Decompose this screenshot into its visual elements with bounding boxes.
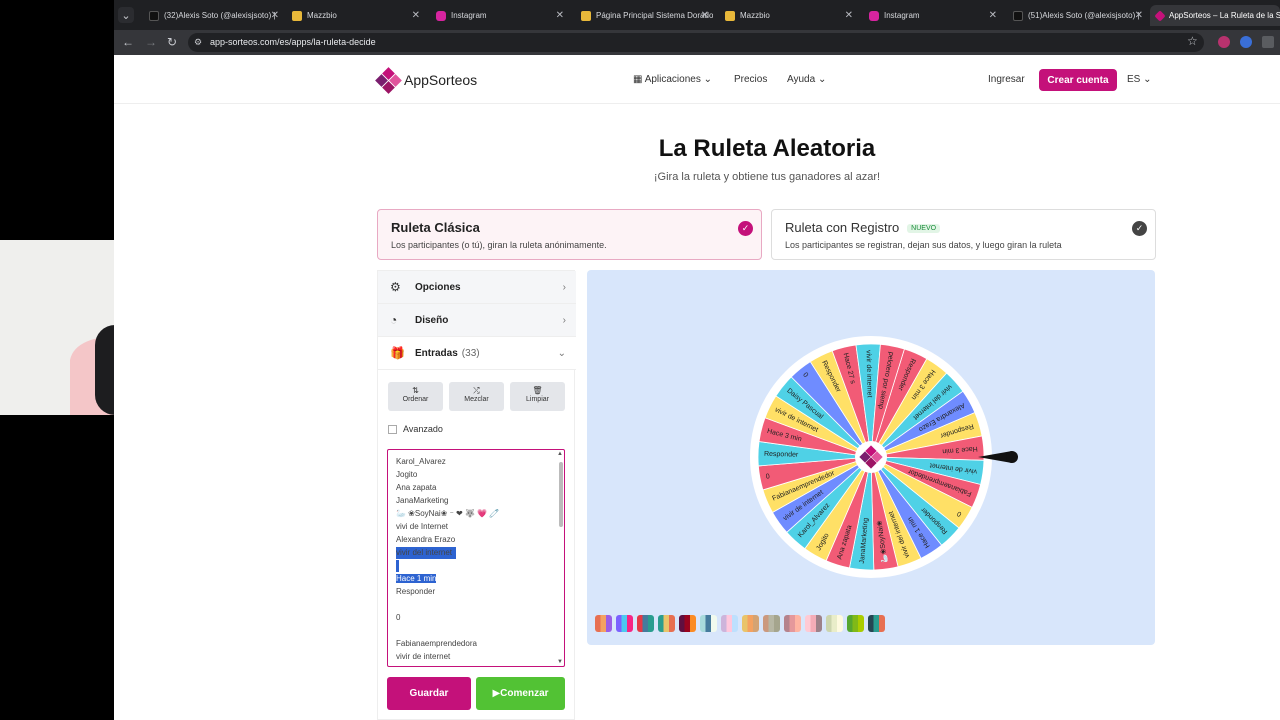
palette-icon: ◔ bbox=[390, 313, 398, 327]
palette-swatch[interactable] bbox=[826, 615, 843, 632]
nav-prices[interactable]: Precios bbox=[734, 74, 767, 85]
sistema-icon bbox=[581, 10, 591, 21]
palette-swatch[interactable] bbox=[595, 615, 612, 632]
close-icon[interactable]: ✕ bbox=[556, 10, 564, 21]
language-selector[interactable]: ES ⌄ bbox=[1127, 74, 1152, 85]
site-info-icon[interactable]: ⚙ bbox=[194, 37, 204, 47]
scroll-up-icon[interactable]: ▲ bbox=[557, 451, 563, 457]
palette-swatch[interactable] bbox=[847, 615, 864, 632]
palette-swatch[interactable] bbox=[721, 615, 738, 632]
chevron-down-icon: ⌄ bbox=[557, 347, 566, 359]
palette-swatch[interactable] bbox=[763, 615, 780, 632]
palette-swatch[interactable] bbox=[679, 615, 696, 632]
extensions-puzzle-icon[interactable] bbox=[1262, 36, 1274, 48]
wheel-panel: Responder Hace 3 min vivir del internet Ale… bbox=[587, 270, 1155, 645]
appsorteos-icon bbox=[1154, 9, 1166, 22]
sort-button[interactable]: ⇅ Ordenar bbox=[388, 382, 443, 411]
page-title: La Ruleta Aleatoria bbox=[658, 135, 876, 162]
appsorteos-logo-icon bbox=[375, 67, 402, 94]
nav-apps[interactable]: ▦ Aplicaciones ⌄ bbox=[633, 74, 712, 85]
appsorteos-logo[interactable]: AppSorteos bbox=[375, 67, 477, 94]
options-accordion[interactable]: ⚙ Opciones › bbox=[378, 271, 576, 304]
browser-tab[interactable]: (32)Alexis Soto (@alexisjsoto) | ✕ bbox=[143, 5, 283, 26]
tiktok-icon bbox=[1013, 10, 1023, 21]
close-icon[interactable]: ✕ bbox=[701, 10, 709, 21]
wheel-label: Responder bbox=[764, 451, 799, 459]
chevron-down-icon: ⌄ bbox=[1140, 74, 1152, 85]
checkbox[interactable] bbox=[388, 424, 397, 434]
browser-tab[interactable]: Mazzbio ✕ bbox=[719, 5, 857, 26]
save-button[interactable]: Guardar bbox=[387, 677, 471, 710]
gift-icon: 🎁 bbox=[390, 346, 405, 360]
palette-swatch[interactable] bbox=[658, 615, 675, 632]
wheel-label: vivir de internet bbox=[864, 350, 872, 398]
browser-tab[interactable]: Mazzbio ✕ bbox=[286, 5, 424, 26]
chevron-right-icon: › bbox=[562, 281, 566, 293]
roulette-wheel[interactable]: ResponderHace 3 minvivir del internetAle… bbox=[587, 270, 1155, 610]
close-icon[interactable]: ✕ bbox=[271, 10, 279, 21]
palette-swatch[interactable] bbox=[700, 615, 717, 632]
chevron-down-icon: ⌄ bbox=[700, 74, 713, 85]
bookmark-star-icon[interactable]: ☆ bbox=[1187, 34, 1198, 48]
check-icon: ✓ bbox=[1132, 221, 1147, 236]
page-subtitle: ¡Gira la ruleta y obtiene tus ganadores … bbox=[653, 171, 881, 183]
close-icon[interactable]: ✕ bbox=[412, 10, 420, 21]
page-content: AppSorteos ▦ Aplicaciones ⌄ Precios Ayud… bbox=[114, 55, 1280, 720]
entries-textarea[interactable]: Karol_Alvarez Jogito Ana zapata JanaMark… bbox=[387, 449, 565, 667]
mode-classic-card[interactable]: Ruleta Clásica Los participantes (o tú),… bbox=[377, 209, 762, 260]
palette-swatch[interactable] bbox=[616, 615, 633, 632]
palette-selector bbox=[595, 615, 885, 632]
grid-icon: ▦ bbox=[633, 74, 645, 85]
palette-swatch[interactable] bbox=[784, 615, 801, 632]
trash-icon: 🗑 bbox=[532, 386, 543, 395]
shuffle-icon: ⤮ bbox=[473, 386, 480, 395]
login-link[interactable]: Ingresar bbox=[988, 74, 1025, 85]
scroll-down-icon[interactable]: ▼ bbox=[557, 659, 563, 665]
browser-tab[interactable]: Página Principal Sistema Dorado ✕ bbox=[575, 5, 713, 26]
url-text[interactable]: app-sorteos.com/es/apps/la-ruleta-decide bbox=[210, 37, 376, 47]
design-accordion[interactable]: ◔ Diseño › bbox=[378, 304, 576, 337]
browser-tab[interactable]: (51)Alexis Soto (@alexisjsoto) | ✕ bbox=[1007, 5, 1147, 26]
sort-icon: ⇅ bbox=[412, 386, 419, 395]
entries-accordion[interactable]: 🎁 Entradas (33) ⌄ bbox=[378, 337, 576, 370]
start-button[interactable]: ▶ Comenzar bbox=[476, 677, 565, 710]
back-arrow-icon[interactable]: ← bbox=[122, 35, 134, 49]
palette-swatch[interactable] bbox=[805, 615, 822, 632]
reload-icon[interactable]: ↻ bbox=[167, 35, 177, 49]
gear-icon: ⚙ bbox=[390, 280, 401, 294]
mode-registration-card[interactable]: Ruleta con Registro NUEVO Los participant… bbox=[771, 209, 1156, 260]
advanced-checkbox[interactable]: Avanzado bbox=[388, 424, 443, 434]
create-account-button[interactable]: Crear cuenta bbox=[1039, 69, 1117, 91]
instagram-icon bbox=[869, 10, 879, 21]
new-badge: NUEVO bbox=[907, 224, 941, 234]
browser-tab[interactable]: Instagram ✕ bbox=[863, 5, 1001, 26]
site-header: AppSorteos ▦ Aplicaciones ⌄ Precios Ayud… bbox=[114, 55, 1280, 104]
play-icon: ▶ bbox=[492, 688, 501, 699]
scrollbar-thumb[interactable] bbox=[559, 462, 563, 527]
forward-arrow-icon[interactable]: → bbox=[145, 35, 157, 49]
clear-button[interactable]: 🗑 Limpiar bbox=[510, 382, 565, 411]
close-icon[interactable]: ✕ bbox=[1135, 10, 1143, 21]
mazzbio-icon bbox=[292, 10, 302, 21]
close-icon[interactable]: ✕ bbox=[845, 10, 853, 21]
extension-icon[interactable] bbox=[1218, 36, 1230, 48]
mazzbio-icon bbox=[725, 10, 735, 21]
palette-swatch[interactable] bbox=[742, 615, 759, 632]
check-icon: ✓ bbox=[738, 221, 753, 236]
palette-swatch[interactable] bbox=[637, 615, 654, 632]
instagram-icon bbox=[436, 10, 446, 21]
chevron-down-icon: ⌄ bbox=[815, 74, 827, 85]
nav-help[interactable]: Ayuda ⌄ bbox=[787, 74, 826, 85]
tab-search-icon[interactable]: ⌄ bbox=[118, 7, 134, 23]
shuffle-button[interactable]: ⤮ Mezclar bbox=[449, 382, 504, 411]
close-icon[interactable]: ✕ bbox=[989, 10, 997, 21]
tiktok-icon bbox=[149, 10, 159, 21]
chevron-right-icon: › bbox=[562, 314, 566, 326]
browser-tab[interactable]: Instagram ✕ bbox=[430, 5, 568, 26]
palette-swatch[interactable] bbox=[868, 615, 885, 632]
browser-tab-active[interactable]: AppSorteos – La Ruleta de la S bbox=[1150, 5, 1280, 26]
wheel-pointer-knob bbox=[1006, 451, 1018, 463]
extension-icon[interactable] bbox=[1240, 36, 1252, 48]
